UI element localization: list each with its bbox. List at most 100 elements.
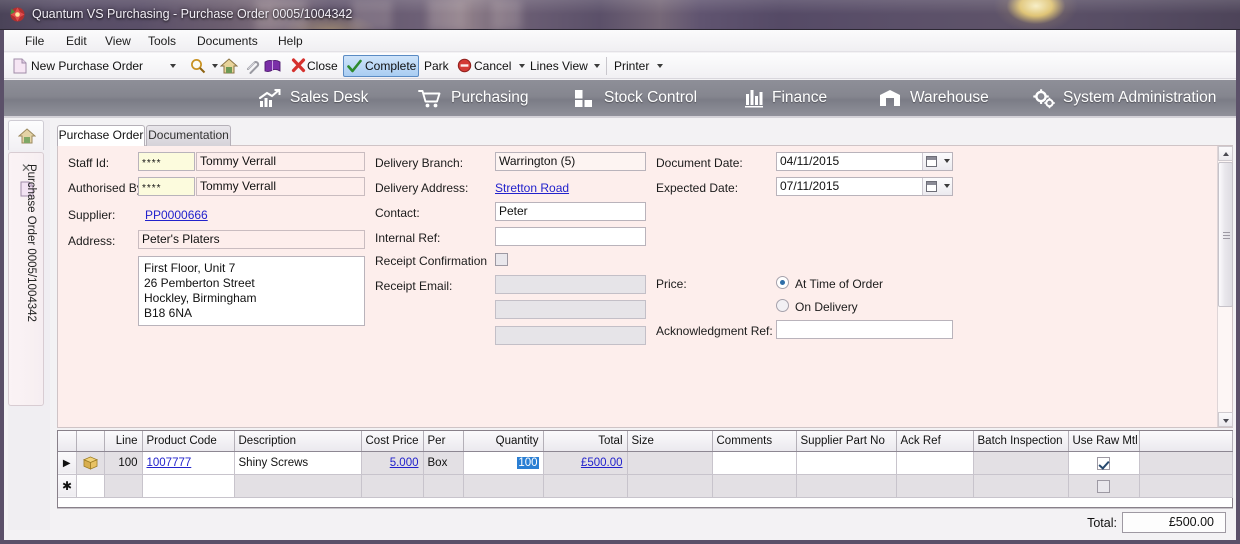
nav-sales-desk[interactable]: Sales Desk: [290, 80, 368, 116]
col-per[interactable]: Per: [423, 431, 464, 452]
staff-id-code-field[interactable]: ****: [138, 152, 195, 171]
table-row[interactable]: ▶ 100 1007777 Shiny Screws 5.000 Box 100…: [58, 451, 1233, 475]
cell-description[interactable]: Shiny Screws: [234, 451, 362, 475]
cell-ack-ref[interactable]: [896, 474, 974, 498]
complete-button[interactable]: Complete: [343, 55, 419, 77]
home-icon[interactable]: [220, 57, 238, 75]
cell-filler: [1139, 474, 1233, 498]
col-line[interactable]: Line: [104, 431, 143, 452]
use-raw-mtl-checkbox[interactable]: [1097, 479, 1110, 493]
col-product-code[interactable]: Product Code: [142, 431, 235, 452]
nav-warehouse[interactable]: Warehouse: [910, 80, 989, 116]
internal-ref-field[interactable]: [495, 227, 646, 246]
col-size[interactable]: Size: [627, 431, 713, 452]
park-button[interactable]: Park: [424, 55, 449, 77]
book-icon[interactable]: [264, 58, 281, 74]
scroll-up-button[interactable]: [1218, 146, 1233, 161]
menu-tools[interactable]: Tools: [142, 33, 182, 49]
form-vertical-scrollbar[interactable]: [1217, 146, 1233, 427]
delivery-branch-field[interactable]: Warrington (5): [495, 152, 646, 171]
new-purchase-order-button[interactable]: New Purchase Order: [31, 55, 143, 77]
cancel-dropdown-caret[interactable]: [514, 55, 526, 77]
attachment-icon[interactable]: [244, 58, 260, 74]
cell-supplier-part-no[interactable]: [796, 451, 897, 475]
authorised-by-code-field[interactable]: ****: [138, 177, 195, 196]
nav-system-administration[interactable]: System Administration: [1063, 80, 1216, 116]
lines-view-dropdown-caret[interactable]: [589, 55, 601, 77]
close-button[interactable]: Close: [307, 55, 338, 77]
supplier-link[interactable]: PP0000666: [145, 208, 208, 222]
expected-date-picker-button[interactable]: [922, 178, 952, 195]
lines-view-button[interactable]: Lines View: [530, 55, 588, 77]
search-icon[interactable]: [190, 58, 206, 74]
authorised-by-label: Authorised By:: [68, 181, 147, 195]
cell-size: [627, 474, 713, 498]
col-comments[interactable]: Comments: [712, 431, 797, 452]
order-lines-grid[interactable]: Line Product Code Description Cost Price…: [57, 430, 1233, 508]
cell-cost-price[interactable]: [361, 474, 424, 498]
menu-edit[interactable]: Edit: [60, 33, 93, 49]
cell-use-raw-mtl[interactable]: [1068, 474, 1140, 498]
address-label: Address:: [68, 234, 116, 248]
menu-help[interactable]: Help: [272, 33, 309, 49]
cell-description[interactable]: [234, 474, 362, 498]
acknowledgment-ref-field[interactable]: [776, 320, 953, 339]
use-raw-mtl-checkbox[interactable]: [1097, 456, 1110, 470]
window-title-text: Quantum VS Purchasing - Purchase Order 0…: [32, 7, 353, 21]
document-date-picker-button[interactable]: [922, 153, 952, 170]
nav-purchasing[interactable]: Purchasing: [451, 80, 529, 116]
cancel-button[interactable]: Cancel: [474, 55, 511, 77]
menu-file[interactable]: File: [19, 33, 50, 49]
col-description[interactable]: Description: [234, 431, 362, 452]
new-document-icon[interactable]: [13, 58, 27, 74]
price-on-delivery-radio[interactable]: [776, 299, 789, 312]
cell-comments[interactable]: [712, 451, 797, 475]
col-ack-ref[interactable]: Ack Ref: [896, 431, 974, 452]
staff-id-name-field: Tommy Verrall: [196, 152, 365, 171]
contact-field[interactable]: Peter: [495, 202, 646, 221]
cell-total[interactable]: £500.00: [543, 451, 628, 475]
search-dropdown-caret[interactable]: [207, 55, 219, 77]
cell-total[interactable]: [543, 474, 628, 498]
receipt-email-field-3[interactable]: [495, 326, 646, 345]
col-use-raw-mtl[interactable]: Use Raw Mtl: [1068, 431, 1140, 452]
cell-ack-ref[interactable]: [896, 451, 974, 475]
desktop-blur-patch: [492, 0, 522, 30]
scroll-down-button[interactable]: [1218, 412, 1233, 427]
cancel-circle-icon[interactable]: [457, 58, 472, 73]
tab-purchase-order[interactable]: Purchase Order: [57, 125, 145, 146]
left-strip-home-tab[interactable]: [8, 120, 44, 150]
price-at-time-of-order-radio[interactable]: [776, 276, 789, 289]
table-row[interactable]: ✱: [58, 474, 1233, 498]
receipt-confirmation-checkbox[interactable]: [495, 253, 508, 266]
menu-view[interactable]: View: [99, 33, 137, 49]
cell-cost-price[interactable]: 5.000: [361, 451, 424, 475]
printer-button[interactable]: Printer: [614, 55, 649, 77]
col-cost-price[interactable]: Cost Price: [361, 431, 424, 452]
nav-finance[interactable]: Finance: [772, 80, 827, 116]
nav-stock-control[interactable]: Stock Control: [604, 80, 697, 116]
cell-product-code[interactable]: 1007777: [142, 451, 235, 475]
tab-documentation[interactable]: Documentation: [146, 125, 231, 146]
receipt-email-field-2[interactable]: [495, 300, 646, 319]
cell-use-raw-mtl[interactable]: [1068, 451, 1140, 475]
printer-dropdown-caret[interactable]: [652, 55, 664, 77]
new-order-dropdown-caret[interactable]: [164, 55, 178, 77]
cell-per: Box: [423, 451, 464, 475]
cell-product-code[interactable]: [142, 474, 235, 498]
col-total[interactable]: Total: [543, 431, 628, 452]
col-quantity[interactable]: Quantity: [463, 431, 544, 452]
scrollbar-thumb[interactable]: [1218, 162, 1233, 307]
cell-comments[interactable]: [712, 474, 797, 498]
col-batch-inspection[interactable]: Batch Inspection: [973, 431, 1069, 452]
receipt-email-field-1[interactable]: [495, 275, 646, 294]
left-strip-document-tab[interactable]: ✕ Purchase Order 0005/1004342: [8, 152, 44, 406]
menu-documents[interactable]: Documents: [191, 33, 264, 49]
cell-quantity[interactable]: 100: [463, 451, 544, 475]
col-supplier-part-no[interactable]: Supplier Part No: [796, 431, 897, 452]
cell-supplier-part-no[interactable]: [796, 474, 897, 498]
close-x-icon[interactable]: [291, 58, 306, 73]
cell-quantity[interactable]: [463, 474, 544, 498]
module-navigation-bar: Sales Desk Purchasing Stock Control Fina…: [4, 80, 1236, 118]
delivery-address-link[interactable]: Stretton Road: [495, 181, 569, 195]
